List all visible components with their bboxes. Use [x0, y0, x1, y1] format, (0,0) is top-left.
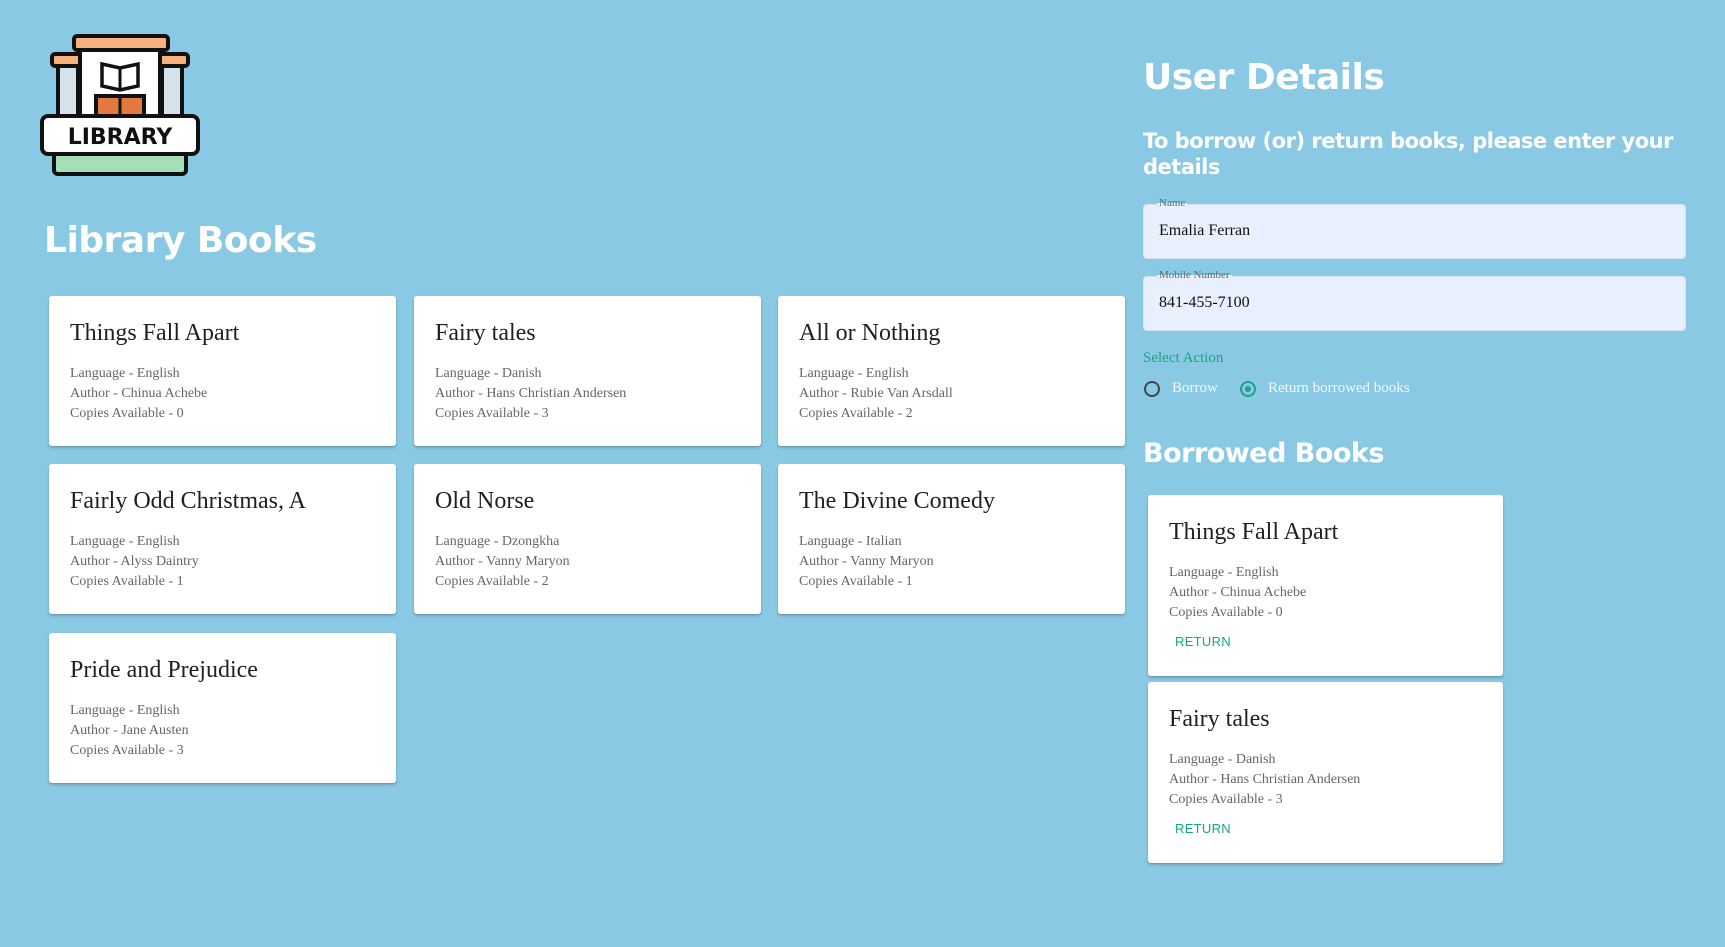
book-language: Language - English	[70, 534, 180, 549]
name-field[interactable]: Name	[1143, 197, 1686, 259]
book-language: Language - Italian	[799, 534, 902, 549]
book-language: Language - English	[1169, 565, 1279, 580]
book-title: Fairy tales	[435, 320, 536, 346]
book-language: Language - Dzongkha	[435, 534, 560, 549]
borrowed-books-title: Borrowed Books	[1143, 438, 1385, 469]
library-books-title: Library Books	[44, 220, 317, 261]
book-language: Language - English	[70, 366, 180, 381]
book-copies: Copies Available - 1	[799, 574, 913, 589]
book-author: Author - Hans Christian Andersen	[1169, 772, 1361, 787]
book-title: All or Nothing	[799, 320, 941, 346]
mobile-number-label: Mobile Number	[1157, 269, 1232, 281]
name-field-label: Name	[1157, 197, 1188, 209]
book-card[interactable]: Things Fall Apart Language - English Aut…	[49, 296, 396, 446]
book-copies: Copies Available - 0	[70, 406, 184, 421]
book-author: Author - Vanny Maryon	[435, 554, 570, 569]
book-copies: Copies Available - 3	[1169, 792, 1283, 807]
book-author: Author - Alyss Daintry	[70, 554, 199, 569]
book-title: Things Fall Apart	[1169, 519, 1339, 545]
book-author: Author - Jane Austen	[70, 723, 189, 738]
return-button[interactable]: RETURN	[1169, 628, 1237, 655]
book-copies: Copies Available - 3	[435, 406, 549, 421]
mobile-number-input[interactable]	[1157, 293, 1661, 313]
book-card[interactable]: Old Norse Language - Dzongkha Author - V…	[414, 464, 761, 614]
book-copies: Copies Available - 2	[435, 574, 549, 589]
book-language: Language - English	[799, 366, 909, 381]
book-title: Old Norse	[435, 488, 535, 514]
book-title: The Divine Comedy	[799, 488, 995, 514]
book-card[interactable]: Pride and Prejudice Language - English A…	[49, 633, 396, 783]
user-details-subtitle: To borrow (or) return books, please ente…	[1143, 129, 1673, 179]
book-language: Language - English	[70, 703, 180, 718]
book-copies: Copies Available - 0	[1169, 605, 1283, 620]
book-language: Language - Danish	[435, 366, 542, 381]
mobile-number-field[interactable]: Mobile Number	[1143, 269, 1686, 331]
radio-borrow-circle[interactable]	[1144, 380, 1160, 397]
name-input[interactable]	[1157, 221, 1661, 241]
book-card[interactable]: The Divine Comedy Language - Italian Aut…	[778, 464, 1125, 614]
book-author: Author - Hans Christian Andersen	[435, 386, 627, 401]
book-language: Language - Danish	[1169, 752, 1276, 767]
radio-borrow[interactable]: Borrow	[1144, 380, 1218, 397]
radio-borrow-label: Borrow	[1172, 380, 1218, 396]
return-button[interactable]: RETURN	[1169, 815, 1237, 842]
book-copies: Copies Available - 1	[70, 574, 184, 589]
radio-return[interactable]: Return borrowed books	[1240, 380, 1410, 397]
radio-return-label: Return borrowed books	[1268, 380, 1410, 396]
book-author: Author - Vanny Maryon	[799, 554, 934, 569]
book-copies: Copies Available - 3	[70, 743, 184, 758]
radio-return-circle[interactable]	[1240, 380, 1256, 397]
borrowed-book-card: Things Fall Apart Language - English Aut…	[1148, 495, 1503, 676]
book-title: Pride and Prejudice	[70, 657, 258, 683]
borrowed-book-card: Fairy tales Language - Danish Author - H…	[1148, 682, 1503, 863]
book-card[interactable]: Fairy tales Language - Danish Author - H…	[414, 296, 761, 446]
book-card[interactable]: All or Nothing Language - English Author…	[778, 296, 1125, 446]
book-title: Fairy tales	[1169, 706, 1270, 732]
book-title: Things Fall Apart	[70, 320, 240, 346]
book-card[interactable]: Fairly Odd Christmas, A Language - Engli…	[49, 464, 396, 614]
book-author: Author - Chinua Achebe	[70, 386, 208, 401]
book-author: Author - Rubie Van Arsdall	[799, 386, 953, 401]
book-title: Fairly Odd Christmas, A	[70, 488, 307, 514]
user-details-title: User Details	[1143, 57, 1385, 98]
book-copies: Copies Available - 2	[799, 406, 913, 421]
library-logo-icon: LIBRARY	[40, 30, 200, 190]
select-action-label: Select Action	[1143, 350, 1224, 366]
book-author: Author - Chinua Achebe	[1169, 585, 1307, 600]
logo-text: LIBRARY	[68, 125, 174, 150]
